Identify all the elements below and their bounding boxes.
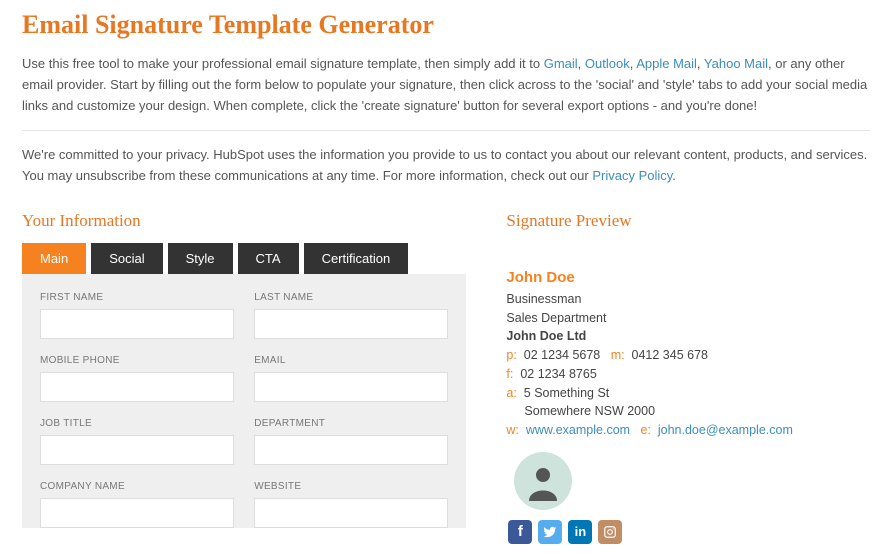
sig-mobile-label: m:: [611, 348, 625, 362]
label-job-title: JOB TITLE: [40, 418, 234, 429]
sig-mobile: 0412 345 678: [632, 348, 708, 362]
input-website[interactable]: [254, 498, 448, 528]
input-company-name[interactable]: [40, 498, 234, 528]
avatar-icon: [514, 452, 572, 510]
sig-phone: 02 1234 5678: [524, 348, 600, 362]
form-panel: FIRST NAME LAST NAME MOBILE PHONE EMAIL: [22, 274, 466, 528]
tab-style[interactable]: Style: [168, 243, 233, 274]
input-last-name[interactable]: [254, 309, 448, 339]
privacy-body: We're committed to your privacy. HubSpot…: [22, 147, 867, 183]
tab-social[interactable]: Social: [91, 243, 162, 274]
intro-text: Use this free tool to make your professi…: [22, 54, 870, 116]
input-job-title[interactable]: [40, 435, 234, 465]
tab-certification[interactable]: Certification: [304, 243, 409, 274]
sig-title: Businessman: [506, 290, 870, 309]
privacy-text: We're committed to your privacy. HubSpot…: [22, 145, 870, 187]
sig-fax-label: f:: [506, 367, 513, 381]
sig-email-label: e:: [640, 423, 650, 437]
input-mobile-phone[interactable]: [40, 372, 234, 402]
tab-main[interactable]: Main: [22, 243, 86, 274]
label-website: WEBSITE: [254, 481, 448, 492]
page-title: Email Signature Template Generator: [22, 10, 870, 40]
sig-addr1: 5 Something St: [524, 386, 609, 400]
sig-web-label: w:: [506, 423, 519, 437]
sig-email[interactable]: john.doe@example.com: [658, 423, 793, 437]
link-outlook[interactable]: Outlook: [585, 56, 630, 71]
link-yahoo-mail[interactable]: Yahoo Mail: [704, 56, 768, 71]
label-last-name: LAST NAME: [254, 292, 448, 303]
sig-web[interactable]: www.example.com: [526, 423, 630, 437]
sig-name: John Doe: [506, 269, 870, 286]
label-mobile-phone: MOBILE PHONE: [40, 355, 234, 366]
tabs: Main Social Style CTA Certification: [22, 243, 466, 274]
divider: [22, 130, 870, 131]
sig-addr2: Somewhere NSW 2000: [506, 402, 870, 421]
sig-fax: 02 1234 8765: [520, 367, 596, 381]
link-apple-mail[interactable]: Apple Mail: [636, 56, 697, 71]
sig-addr-label: a:: [506, 386, 516, 400]
label-first-name: FIRST NAME: [40, 292, 234, 303]
sig-company: John Doe Ltd: [506, 327, 870, 346]
sig-phone-label: p:: [506, 348, 516, 362]
tab-cta[interactable]: CTA: [238, 243, 299, 274]
link-gmail[interactable]: Gmail: [544, 56, 578, 71]
your-information-heading: Your Information: [22, 211, 466, 231]
signature-preview-heading: Signature Preview: [506, 211, 870, 231]
input-department[interactable]: [254, 435, 448, 465]
label-department: DEPARTMENT: [254, 418, 448, 429]
signature-preview: John Doe Businessman Sales Department Jo…: [506, 243, 870, 544]
input-email[interactable]: [254, 372, 448, 402]
label-company-name: COMPANY NAME: [40, 481, 234, 492]
input-first-name[interactable]: [40, 309, 234, 339]
label-email: EMAIL: [254, 355, 448, 366]
intro-pre: Use this free tool to make your professi…: [22, 56, 544, 71]
sig-department: Sales Department: [506, 309, 870, 328]
link-privacy-policy[interactable]: Privacy Policy: [592, 168, 672, 183]
